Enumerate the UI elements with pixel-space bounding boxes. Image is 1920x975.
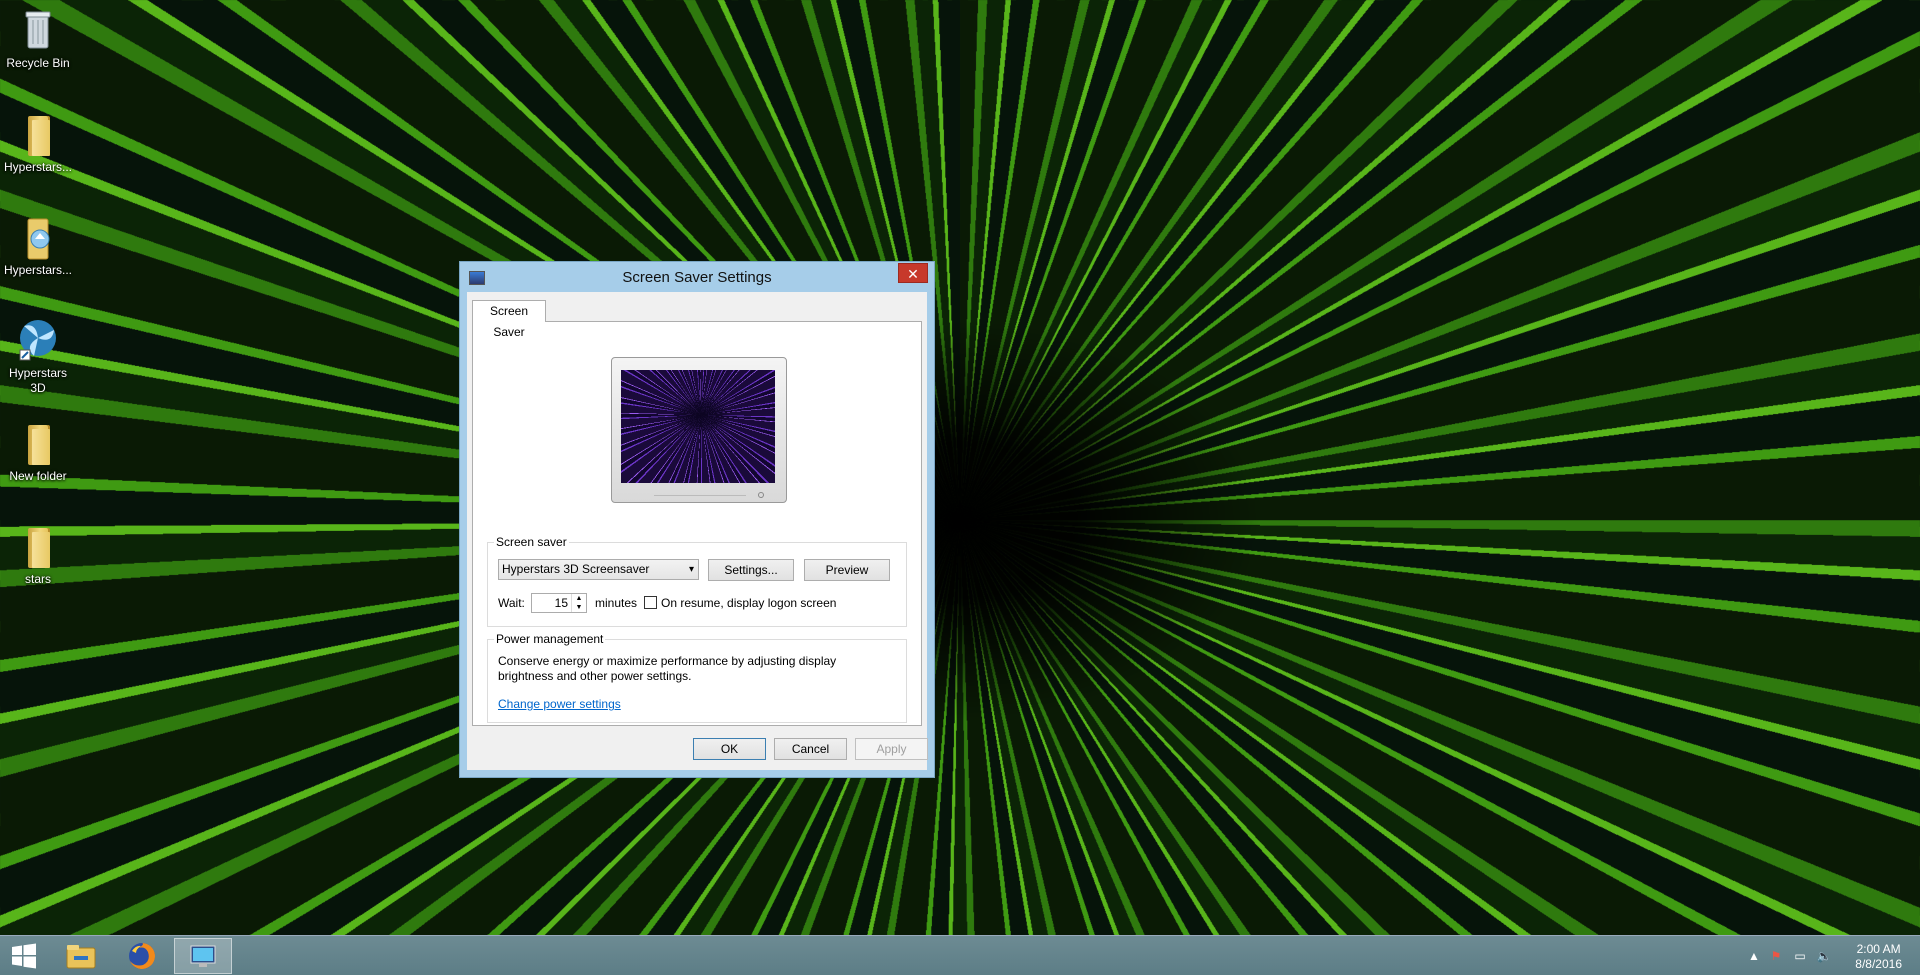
clock-date: 8/8/2016 (1855, 957, 1902, 971)
minutes-label: minutes (595, 596, 638, 610)
resume-logon-checkbox[interactable] (644, 596, 657, 609)
desktop-icon-hyperstars-folder[interactable]: Hyperstars... (0, 110, 76, 175)
screen-saver-selected-value: Hyperstars 3D Screensaver (502, 562, 650, 576)
installer-folder-icon (27, 218, 50, 260)
folder-icon (16, 419, 60, 467)
resume-logon-label[interactable]: On resume, display logon screen (661, 596, 836, 610)
screen-saver-group: Screen saver Hyperstars 3D Screensaver ▾… (487, 535, 907, 627)
taskbar-file-explorer[interactable] (52, 938, 110, 974)
preview-monitor (611, 357, 787, 503)
firefox-icon (129, 943, 155, 969)
recycle-bin-icon (25, 11, 51, 49)
preview-button[interactable]: Preview (804, 559, 890, 581)
screen-saver-settings-dialog: Screen Saver Settings ✕ Screen Saver Scr… (459, 261, 935, 778)
taskbar-firefox[interactable] (113, 938, 171, 974)
dialog-client-area: Screen Saver Screen saver Hyperstars 3D … (467, 292, 928, 770)
settings-button[interactable]: Settings... (708, 559, 794, 581)
action-center-flag-icon[interactable]: ⚑ (1768, 948, 1784, 964)
ok-button[interactable]: OK (693, 738, 766, 760)
volume-icon[interactable]: 🔈 (1816, 948, 1832, 964)
clock-time: 2:00 AM (1856, 942, 1901, 956)
wait-minutes-value: 15 (554, 596, 568, 610)
taskbar-screen-saver-settings[interactable] (174, 938, 232, 974)
screen-saver-select[interactable]: Hyperstars 3D Screensaver ▾ (498, 559, 699, 580)
spin-arrows-icon[interactable]: ▲ ▼ (571, 594, 586, 612)
apply-button[interactable]: Apply (855, 738, 928, 760)
desktop-icon-label: Recycle Bin (6, 56, 70, 70)
close-button[interactable]: ✕ (898, 263, 928, 283)
file-explorer-icon (66, 945, 96, 969)
desktop-icon-label: Hyperstars... (3, 263, 72, 277)
dialog-title: Screen Saver Settings (622, 269, 772, 286)
desktop-icon-hyperstars-3d[interactable]: Hyperstars 3D (0, 316, 76, 396)
tab-panel: Screen saver Hyperstars 3D Screensaver ▾… (472, 321, 922, 726)
desktop-icon-stars[interactable]: stars (0, 522, 76, 587)
hyperstars-3d-icon (19, 320, 56, 361)
start-button[interactable] (2, 938, 46, 974)
screen-saver-settings-icon (190, 945, 216, 967)
desktop-icon-label: Hyperstars 3D (8, 366, 67, 395)
taskbar-clock[interactable]: 2:00 AM 8/8/2016 (1855, 942, 1902, 972)
show-hidden-icons-icon[interactable]: ▲ (1746, 948, 1762, 964)
power-management-group-title: Power management (494, 632, 606, 646)
taskbar: ▲ ⚑ ▭ 🔈 2:00 AM 8/8/2016 (0, 935, 1920, 975)
title-bar[interactable]: Screen Saver Settings ✕ (460, 262, 934, 292)
network-icon[interactable]: ▭ (1792, 948, 1808, 964)
tab-screen-saver[interactable]: Screen Saver (472, 300, 546, 339)
preview-screen (621, 370, 775, 483)
wait-minutes-stepper[interactable]: 15 ▲ ▼ (531, 593, 587, 613)
wait-label: Wait: (498, 596, 525, 610)
folder-icon (16, 110, 60, 158)
desktop-icon-label: Hyperstars... (3, 160, 72, 174)
screen-saver-group-title: Screen saver (494, 535, 569, 549)
desktop-icon-new-folder[interactable]: New folder (0, 419, 76, 484)
change-power-settings-link[interactable]: Change power settings (498, 697, 621, 711)
desktop-icon-label: stars (24, 572, 51, 586)
monitor-base (654, 495, 746, 500)
power-description: Conserve energy or maximize performance … (498, 654, 837, 683)
desktop-icon-recycle-bin[interactable]: Recycle Bin (0, 6, 76, 71)
power-led-icon (758, 492, 764, 498)
folder-icon (16, 522, 60, 570)
start-icon (12, 943, 36, 969)
cancel-button[interactable]: Cancel (774, 738, 847, 760)
chevron-down-icon: ▾ (688, 564, 694, 575)
desktop-icon-hyperstars-installer[interactable]: Hyperstars... (0, 213, 76, 278)
desktop-icon-label: New folder (9, 469, 67, 483)
power-management-group: Power management Conserve energy or maxi… (487, 632, 907, 723)
